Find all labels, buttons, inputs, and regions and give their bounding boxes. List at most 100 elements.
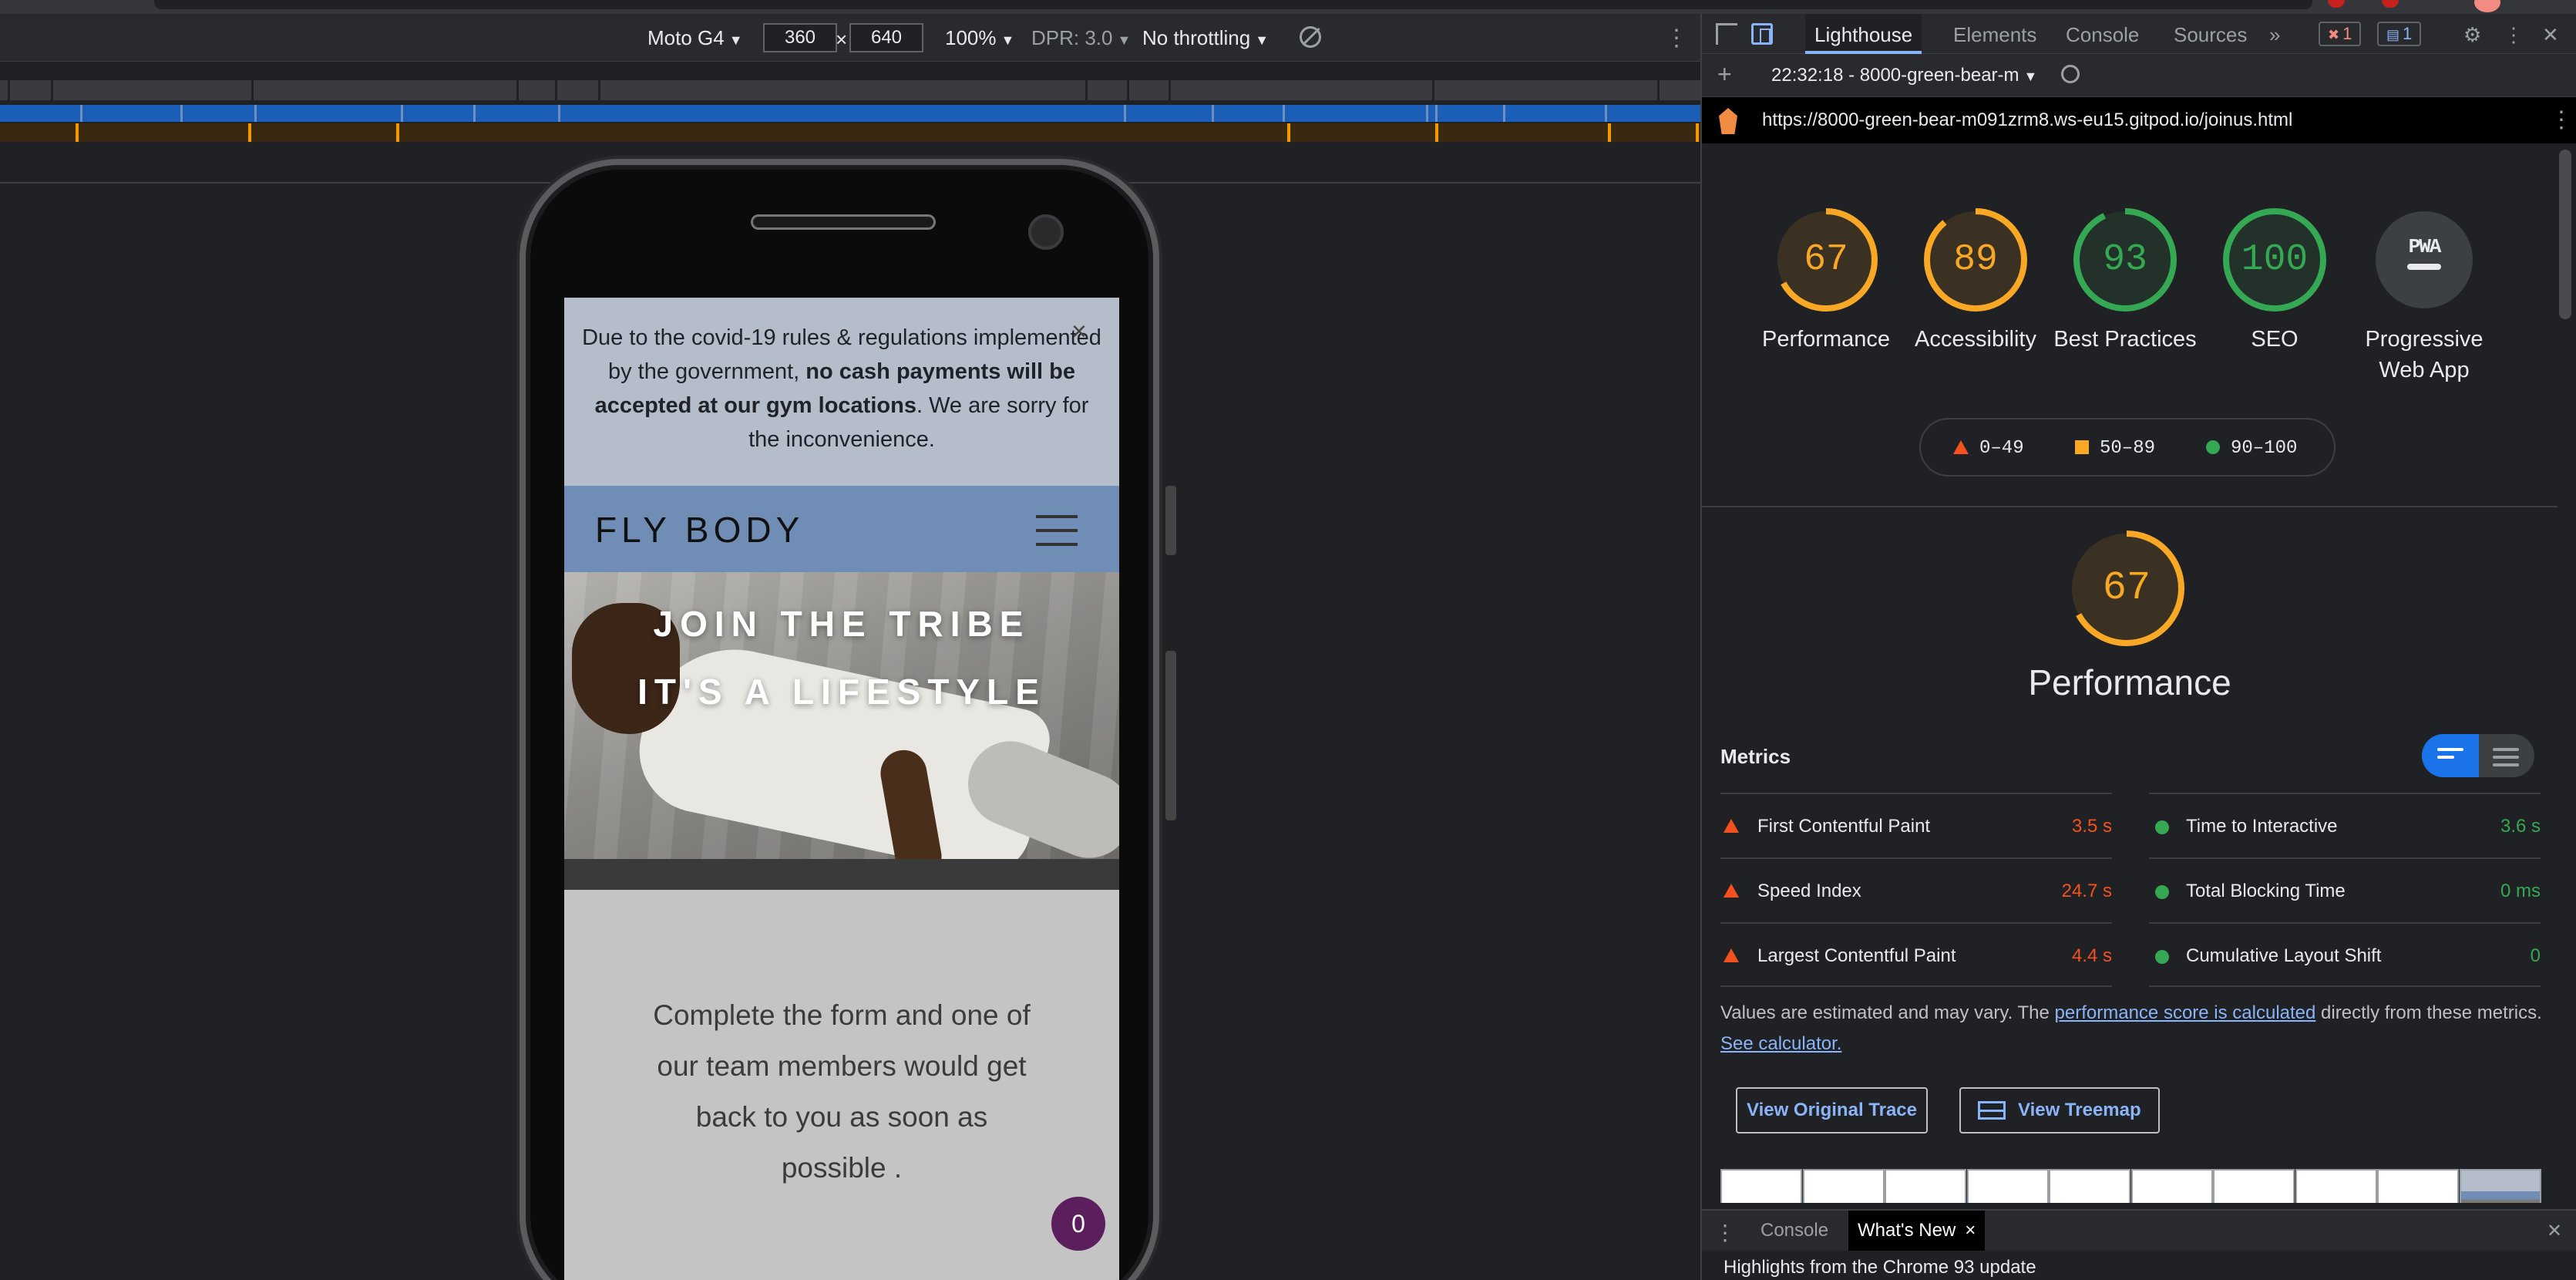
audited-url[interactable]: https://8000-green-bear-m091zrm8.ws-eu15…	[1762, 109, 2292, 131]
metric-row[interactable]: Time to Interactive 3.6 s	[2149, 793, 2541, 857]
close-tab-icon[interactable]: ×	[1965, 1220, 1976, 1241]
report-menu-icon[interactable]: ⋮	[2550, 106, 2573, 133]
gauge-score-ring: 100	[2223, 208, 2326, 312]
message-counter[interactable]: ▤ 1	[2377, 22, 2422, 46]
gauge-score-ring: 89	[1924, 208, 2027, 312]
metric-row[interactable]: Largest Contentful Paint 4.4 s	[1720, 922, 2112, 987]
form-section: Complete the form and one of our team me…	[564, 890, 1119, 1280]
caret-down-icon: ▼	[1117, 32, 1132, 48]
new-report-icon[interactable]: +	[1717, 60, 1732, 89]
filmstrip	[1720, 1169, 2545, 1203]
gauge-best-practices[interactable]: 93 Best Practices	[2050, 208, 2200, 355]
media-query-ruler	[0, 65, 1700, 157]
media-query-bar-range[interactable]	[0, 105, 1700, 122]
error-counter[interactable]: ✖ 1	[2319, 22, 2362, 46]
settings-gear-icon[interactable]: ⚙	[2463, 23, 2481, 47]
form-intro-text: Complete the form and one of our team me…	[653, 999, 1031, 1184]
throttling-value: No throttling	[1142, 26, 1251, 49]
message-icon: ▤	[2386, 27, 2400, 42]
rotate-icon[interactable]	[1300, 26, 1321, 48]
throttling-select[interactable]: No throttling ▼	[1142, 26, 1269, 50]
zoom-select[interactable]: 100% ▼	[945, 26, 1014, 50]
address-bar[interactable]	[154, 0, 2312, 9]
drawer-tab-console[interactable]: Console	[1760, 1220, 1828, 1241]
pass-circle-icon	[2155, 820, 2169, 834]
tab-console[interactable]: Console	[2066, 23, 2139, 47]
report-select-value: 22:32:18 - 8000-green-bear-m	[1771, 65, 2019, 86]
report-select[interactable]: 22:32:18 - 8000-green-bear-m ▼	[1771, 65, 2037, 86]
height-input[interactable]: 640	[849, 23, 923, 52]
device-name: Moto G4	[647, 26, 725, 49]
media-query-bar-max[interactable]	[0, 80, 1700, 100]
metric-row[interactable]: Speed Index 24.7 s	[1720, 857, 2112, 922]
lighthouse-logo-icon	[1719, 108, 1737, 134]
drawer-tabbar: ⋮ Console What's New × ✕	[1702, 1211, 2576, 1251]
fail-triangle-icon	[1723, 819, 1739, 833]
inspect-element-icon[interactable]	[1716, 23, 1737, 45]
metric-row[interactable]: First Contentful Paint 3.5 s	[1720, 793, 2112, 857]
close-drawer-icon[interactable]: ✕	[2547, 1220, 2562, 1242]
tab-elements[interactable]: Elements	[1953, 23, 2036, 47]
metric-row[interactable]: Cumulative Layout Shift 0	[2149, 922, 2541, 987]
devtools-tabbar: Lighthouse Elements Console Sources » ✖ 1…	[1702, 14, 2576, 54]
drawer-menu-icon[interactable]: ⋮	[1714, 1220, 1736, 1245]
media-query-bar-min[interactable]	[0, 123, 1700, 142]
devtools-drawer: ⋮ Console What's New × ✕ Highlights from …	[1702, 1209, 2576, 1280]
performance-title: Performance	[2028, 662, 2231, 702]
view-treemap-button[interactable]: View Treemap	[1959, 1087, 2160, 1133]
gauge-seo[interactable]: 100 SEO	[2200, 208, 2349, 355]
metric-label: Cumulative Layout Shift	[2186, 945, 2382, 966]
score-calculation-link[interactable]: performance score is calculated	[2055, 1002, 2316, 1023]
phone-camera	[1028, 214, 1064, 250]
more-options-icon[interactable]: ⋮	[1665, 25, 1688, 52]
circle-icon	[2206, 440, 2220, 454]
drawer-tab-label: What's New	[1858, 1220, 1956, 1241]
pass-circle-icon	[2155, 885, 2169, 899]
view-original-trace-button[interactable]: View Original Trace	[1736, 1087, 1928, 1133]
report-scrollbar[interactable]	[2559, 150, 2571, 319]
legend-item-pass: 90–100	[2206, 438, 2297, 459]
devtools-menu-icon[interactable]: ⋮	[2504, 23, 2524, 47]
metric-value: 0	[2530, 945, 2541, 966]
caret-down-icon: ▼	[1000, 32, 1015, 48]
gauge-progressive-web-app[interactable]: PWA Progressive Web App	[2349, 208, 2499, 386]
clear-reports-icon[interactable]	[2061, 65, 2080, 83]
metric-value: 4.4 s	[2071, 945, 2112, 966]
width-input[interactable]: 360	[763, 23, 837, 52]
hero-heading-line1: JOIN THE TRIBE	[653, 604, 1031, 644]
device-select[interactable]: Moto G4 ▼	[647, 26, 743, 50]
see-calculator-link[interactable]: See calculator.	[1720, 1033, 1841, 1054]
metric-value: 24.7 s	[2061, 881, 2112, 901]
phone-side-button	[1165, 486, 1176, 555]
tab-lighthouse[interactable]: Lighthouse	[1805, 14, 1922, 54]
more-tabs-icon[interactable]: »	[2269, 23, 2280, 47]
gauge-accessibility[interactable]: 89 Accessibility	[1901, 208, 2050, 355]
emulated-page[interactable]: Due to the covid-19 rules & regulations …	[564, 298, 1119, 1280]
caret-down-icon: ▼	[2023, 69, 2038, 84]
triangle-icon	[1953, 440, 1969, 454]
close-icon[interactable]: ×	[1071, 315, 1087, 349]
browser-chrome-strip	[0, 0, 2576, 14]
extension-icon[interactable]	[2382, 0, 2399, 8]
device-toolbar-toggle-icon[interactable]	[1751, 23, 1773, 45]
gauge-performance[interactable]: 67 Performance	[1751, 208, 1901, 355]
close-devtools-icon[interactable]: ✕	[2542, 23, 2559, 47]
times-symbol: ×	[836, 28, 848, 51]
metric-label: Speed Index	[1757, 881, 1861, 901]
legend-item-fail: 0–49	[1953, 438, 2024, 459]
extension-icon[interactable]	[2328, 0, 2345, 8]
zoom-value: 100%	[945, 26, 997, 49]
chat-widget-button[interactable]: 0	[1051, 1197, 1105, 1251]
dpr-select[interactable]: DPR: 3.0 ▼	[1031, 26, 1131, 50]
filmstrip-frame	[2295, 1169, 2377, 1203]
fail-triangle-icon	[1723, 884, 1739, 898]
gauge-score: 67	[1804, 239, 1848, 281]
drawer-tab-whats-new[interactable]: What's New ×	[1848, 1211, 1986, 1251]
brand-logo[interactable]: FLY BODY	[595, 509, 804, 551]
tab-sources[interactable]: Sources	[2174, 23, 2247, 47]
metric-row[interactable]: Total Blocking Time 0 ms	[2149, 857, 2541, 922]
hamburger-menu-icon[interactable]	[1036, 515, 1078, 546]
profile-avatar[interactable]	[2474, 0, 2500, 12]
metrics-column-right: Time to Interactive 3.6 s Total Blocking T…	[2149, 793, 2541, 987]
metrics-view-toggle[interactable]	[2422, 734, 2534, 777]
